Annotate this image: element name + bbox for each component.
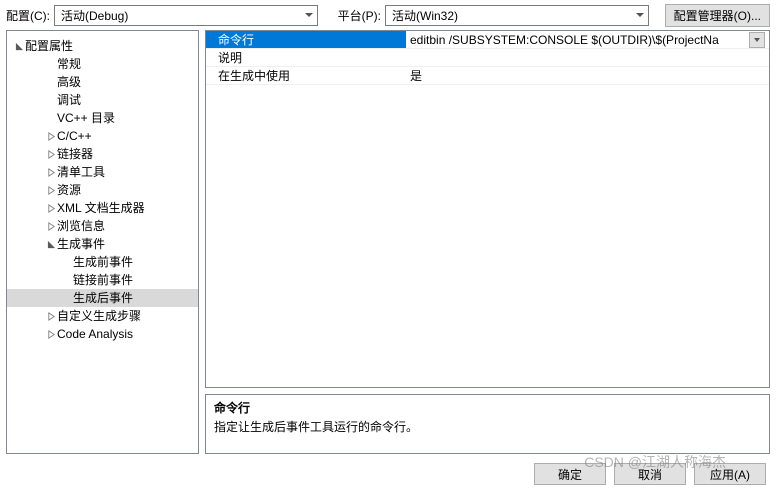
tree-item-label: Code Analysis: [57, 325, 133, 343]
tree-item-label: 生成后事件: [73, 289, 133, 307]
tree-item-label: 配置属性: [25, 37, 73, 55]
triangle-closed-icon[interactable]: [45, 310, 57, 322]
tree-spacer: [61, 274, 73, 286]
grid-cell-value[interactable]: 是: [406, 67, 769, 84]
triangle-closed-icon[interactable]: [45, 220, 57, 232]
grid-value-text: 是: [410, 67, 422, 84]
grid-cell-value[interactable]: editbin /SUBSYSTEM:CONSOLE $(OUTDIR)\$(P…: [406, 31, 769, 48]
tree-spacer: [61, 256, 73, 268]
tree-item-label: VC++ 目录: [57, 109, 115, 127]
tree-item-root[interactable]: 配置属性: [7, 37, 198, 55]
tree-item-label: XML 文档生成器: [57, 199, 145, 217]
tree-item[interactable]: 调试: [7, 91, 198, 109]
tree-item-label: 链接前事件: [73, 271, 133, 289]
description-title: 命令行: [214, 399, 761, 416]
tree-spacer: [45, 58, 57, 70]
tree-item[interactable]: 生成前事件: [7, 253, 198, 271]
chevron-down-icon: [305, 13, 313, 17]
tree-item[interactable]: 生成事件: [7, 235, 198, 253]
description-box: 命令行 指定让生成后事件工具运行的命令行。: [205, 394, 770, 454]
grid-cell-name: 命令行: [206, 31, 406, 48]
cancel-button[interactable]: 取消: [614, 463, 686, 485]
tree-spacer: [45, 76, 57, 88]
grid-row[interactable]: 说明: [206, 49, 769, 67]
tree-panel[interactable]: 配置属性常规高级调试VC++ 目录C/C++链接器清单工具资源XML 文档生成器…: [6, 30, 199, 454]
triangle-closed-icon[interactable]: [45, 166, 57, 178]
tree-item[interactable]: VC++ 目录: [7, 109, 198, 127]
ok-button[interactable]: 确定: [534, 463, 606, 485]
tree-item-label: 资源: [57, 181, 81, 199]
triangle-closed-icon[interactable]: [45, 130, 57, 142]
config-combo[interactable]: 活动(Debug): [54, 5, 318, 26]
triangle-closed-icon[interactable]: [45, 148, 57, 160]
tree-spacer: [61, 292, 73, 304]
tree-item[interactable]: C/C++: [7, 127, 198, 145]
grid-cell-value[interactable]: [406, 49, 769, 66]
config-manager-button[interactable]: 配置管理器(O)...: [665, 4, 770, 27]
tree-item[interactable]: 链接前事件: [7, 271, 198, 289]
tree-spacer: [45, 112, 57, 124]
tree-item[interactable]: 生成后事件: [7, 289, 198, 307]
tree-item[interactable]: 浏览信息: [7, 217, 198, 235]
tree-item[interactable]: Code Analysis: [7, 325, 198, 343]
triangle-closed-icon[interactable]: [45, 202, 57, 214]
tree-item-label: 常规: [57, 55, 81, 73]
platform-combo[interactable]: 活动(Win32): [385, 5, 649, 26]
triangle-closed-icon[interactable]: [45, 184, 57, 196]
tree-item-label: 生成事件: [57, 235, 105, 253]
triangle-open-icon[interactable]: [45, 238, 57, 250]
config-value: 活动(Debug): [61, 7, 128, 24]
tree-item-label: 链接器: [57, 145, 93, 163]
grid-value-text: editbin /SUBSYSTEM:CONSOLE $(OUTDIR)\$(P…: [410, 33, 719, 47]
tree-item[interactable]: 资源: [7, 181, 198, 199]
tree-item-label: 生成前事件: [73, 253, 133, 271]
grid-row[interactable]: 在生成中使用是: [206, 67, 769, 85]
config-label: 配置(C):: [6, 7, 50, 24]
tree-item-label: 清单工具: [57, 163, 105, 181]
tree-item[interactable]: 常规: [7, 55, 198, 73]
tree-item-label: C/C++: [57, 127, 92, 145]
grid-row[interactable]: 命令行 editbin /SUBSYSTEM:CONSOLE $(OUTDIR)\…: [206, 31, 769, 49]
tree-item-label: 高级: [57, 73, 81, 91]
tree-item[interactable]: 自定义生成步骤: [7, 307, 198, 325]
platform-label: 平台(P):: [338, 7, 381, 24]
tree-item[interactable]: 清单工具: [7, 163, 198, 181]
property-grid[interactable]: 命令行 editbin /SUBSYSTEM:CONSOLE $(OUTDIR)\…: [205, 30, 770, 388]
chevron-down-icon: [754, 38, 760, 42]
tree-item[interactable]: 高级: [7, 73, 198, 91]
tree-spacer: [45, 94, 57, 106]
triangle-closed-icon[interactable]: [45, 328, 57, 340]
tree-item-label: 自定义生成步骤: [57, 307, 141, 325]
tree-item-label: 调试: [57, 91, 81, 109]
apply-button[interactable]: 应用(A): [694, 463, 766, 485]
triangle-open-icon: [13, 40, 25, 52]
tree-item-label: 浏览信息: [57, 217, 105, 235]
tree-item[interactable]: XML 文档生成器: [7, 199, 198, 217]
grid-cell-name: 说明: [206, 49, 406, 66]
tree-item[interactable]: 链接器: [7, 145, 198, 163]
toolbar: 配置(C): 活动(Debug) 平台(P): 活动(Win32) 配置管理器(…: [0, 0, 776, 30]
platform-value: 活动(Win32): [392, 7, 458, 24]
grid-cell-name: 在生成中使用: [206, 67, 406, 84]
dialog-footer: 确定 取消 应用(A): [0, 454, 776, 494]
chevron-down-icon: [636, 13, 644, 17]
dropdown-button[interactable]: [749, 32, 765, 48]
description-text: 指定让生成后事件工具运行的命令行。: [214, 418, 761, 435]
